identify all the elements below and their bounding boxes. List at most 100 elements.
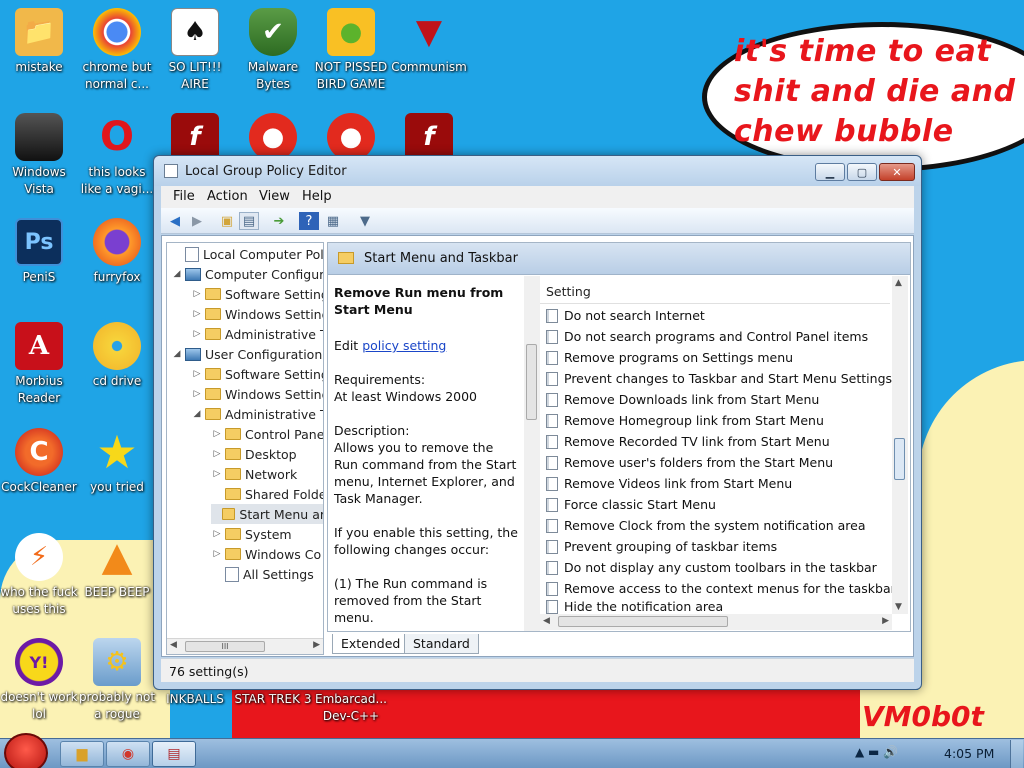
setting-row[interactable]: Remove Recorded TV link from Start Menu	[544, 431, 884, 452]
menu-view[interactable]: View	[259, 189, 290, 204]
forward-arrow-icon[interactable]: ▶	[187, 212, 207, 230]
tree-expander[interactable]: ▷	[191, 289, 203, 299]
tree-item[interactable]: ▷ Control Pane	[211, 424, 323, 444]
scroll-right-icon[interactable]: ▶	[882, 616, 889, 626]
desktop-icon-dev-cpp[interactable]: Embarcad... Dev-C++	[312, 688, 390, 725]
setting-row[interactable]: Hide the notification area	[544, 599, 884, 614]
tree-item[interactable]: ▷ Software Setting	[191, 364, 323, 384]
desktop-icon-pdf-reader[interactable]: A Morbius Reader	[0, 322, 78, 407]
tree-item[interactable]: Shared Folde	[211, 484, 323, 504]
tree-expander[interactable]: ▷	[211, 469, 223, 479]
desktop-icon-flash[interactable]: f	[156, 113, 234, 161]
menu-action[interactable]: Action	[207, 189, 248, 204]
description-scrollbar[interactable]	[524, 276, 540, 631]
desktop-icon-opera[interactable]: O this looks like a vagi...	[78, 113, 156, 198]
back-arrow-icon[interactable]: ◀	[165, 212, 185, 230]
menu-file[interactable]: File	[173, 189, 195, 204]
desktop-icon-inkballs[interactable]: INKBALLS	[156, 688, 234, 708]
setting-row[interactable]: Remove access to the context menus for t…	[544, 578, 896, 599]
setting-row[interactable]: Prevent grouping of taskbar items	[544, 536, 884, 557]
scroll-up-icon[interactable]: ▲	[895, 278, 902, 288]
tree-item[interactable]: Local Computer Policy	[171, 244, 323, 264]
desktop-icon-bird-game[interactable]: ● NOT PISSED BIRD GAME	[312, 8, 390, 93]
clock[interactable]: 4:05 PM	[944, 746, 994, 761]
scrollbar-thumb[interactable]	[526, 344, 537, 420]
scrollbar-thumb[interactable]	[558, 616, 728, 627]
tree-item[interactable]: ▷ System	[211, 524, 292, 544]
desktop-icon-firefox[interactable]: ◍ furryfox	[78, 218, 156, 286]
desktop-icon-yahoo[interactable]: Y! doesn't work lol	[0, 638, 78, 723]
desktop-icon-angry-bird-2[interactable]: ●	[312, 113, 390, 161]
edit-policy-setting-link[interactable]: policy setting	[362, 338, 446, 353]
title-bar[interactable]: Local Group Policy Editor ▁ ▢ ✕	[154, 156, 921, 186]
tree-expander[interactable]: ▷	[211, 549, 223, 559]
show-desktop-button[interactable]	[1010, 740, 1023, 768]
scrollbar-thumb[interactable]: III	[185, 641, 265, 652]
desktop-icon-windows-vista[interactable]: Windows Vista	[0, 113, 78, 198]
desktop-icon-photoshop[interactable]: Ps PeniS	[0, 218, 78, 286]
desktop-icon-winamp[interactable]: ⚡ who the fuck uses this	[0, 533, 78, 618]
settings-horizontal-scrollbar[interactable]: ◀ ▶	[540, 614, 892, 630]
setting-row[interactable]: Remove Videos link from Start Menu	[544, 473, 884, 494]
desktop-icon-malwarebytes[interactable]: ✔ Malware Bytes	[234, 8, 312, 93]
tree-item[interactable]: All Settings	[211, 564, 314, 584]
setting-row[interactable]: Remove Homegroup link from Start Menu	[544, 410, 884, 431]
tree-item[interactable]: ▷ Network	[211, 464, 298, 484]
tree-item[interactable]: ◢ Administrative Te	[191, 404, 323, 424]
tree-expander[interactable]: ▷	[211, 429, 223, 439]
tree-expander[interactable]: ▷	[211, 449, 223, 459]
taskbar-chrome-button[interactable]: ◉	[106, 741, 150, 767]
desktop-icon-angry-bird[interactable]: ●	[234, 113, 312, 161]
tab-standard[interactable]: Standard	[404, 634, 479, 654]
setting-row[interactable]: Prevent changes to Taskbar and Start Men…	[544, 368, 892, 389]
scroll-left-icon[interactable]: ◀	[170, 640, 177, 650]
tree-expander[interactable]: ◢	[191, 409, 203, 419]
tree-expander[interactable]: ▷	[191, 389, 203, 399]
desktop-icon-cd-drive[interactable]: ◎ cd drive	[78, 322, 156, 390]
settings-vertical-scrollbar[interactable]: ▲ ▼	[892, 276, 908, 614]
properties-icon[interactable]: ▦	[323, 212, 343, 230]
tab-extended[interactable]: Extended	[332, 634, 410, 654]
tree-expander[interactable]: ▷	[191, 329, 203, 339]
tree-item[interactable]: ▷ Software Setting	[191, 284, 323, 304]
filter-icon[interactable]: ▼	[355, 212, 375, 230]
desktop-icon-you-tried[interactable]: ★ you tried	[78, 425, 156, 496]
desktop-icon-chrome[interactable]: chrome but normal c...	[78, 8, 156, 93]
export-list-icon[interactable]: ➔	[269, 212, 289, 230]
column-header-setting[interactable]: Setting	[540, 276, 890, 304]
setting-row[interactable]: Force classic Start Menu	[544, 494, 884, 515]
help-icon[interactable]: ?	[299, 212, 319, 230]
setting-row[interactable]: Do not search Internet	[544, 305, 884, 326]
tree-expander[interactable]: ▷	[211, 529, 223, 539]
scroll-left-icon[interactable]: ◀	[543, 616, 550, 626]
tree-item[interactable]: ▷ Windows Setting	[191, 384, 323, 404]
desktop-icon-ccleaner[interactable]: C CockCleaner	[0, 428, 78, 496]
tree-expander[interactable]: ▷	[191, 309, 203, 319]
maximize-button[interactable]: ▢	[847, 163, 877, 181]
tree-item[interactable]: ▷ Windows Co	[211, 544, 322, 564]
tree-item[interactable]: ▷ Desktop	[211, 444, 297, 464]
menu-help[interactable]: Help	[302, 189, 332, 204]
tree-horizontal-scrollbar[interactable]: ◀ III ▶	[167, 638, 323, 654]
desktop-icon-mistake[interactable]: 📁 mistake	[0, 8, 78, 76]
scroll-down-icon[interactable]: ▼	[895, 602, 902, 612]
tree-expander[interactable]: ◢	[171, 269, 183, 279]
notification-tray[interactable]: ▲ ▬ 🔊	[855, 745, 898, 759]
minimize-button[interactable]: ▁	[815, 163, 845, 181]
desktop-icon-star-trek[interactable]: STAR TREK 3	[234, 688, 312, 708]
setting-row[interactable]: Do not search programs and Control Panel…	[544, 326, 884, 347]
tree-item[interactable]: ◢ Computer Configura	[171, 264, 323, 284]
scrollbar-thumb[interactable]	[894, 438, 905, 480]
desktop-icon-solitaire[interactable]: ♠ SO LIT!!! AIRE	[156, 8, 234, 93]
desktop-icon-vlc[interactable]: ▲ BEEP BEEP	[78, 533, 156, 601]
desktop-icon-communism[interactable]: ▼ Communism	[390, 8, 468, 76]
setting-row[interactable]: Remove user's folders from the Start Men…	[544, 452, 884, 473]
tree-item[interactable]: ▷ Administrative Te	[191, 324, 323, 344]
start-button[interactable]	[4, 733, 48, 768]
close-button[interactable]: ✕	[879, 163, 915, 181]
setting-row[interactable]: Remove Clock from the system notificatio…	[544, 515, 884, 536]
desktop-icon-flash-2[interactable]: f	[390, 113, 468, 161]
taskbar-explorer-button[interactable]: ▆	[60, 741, 104, 767]
scroll-right-icon[interactable]: ▶	[313, 640, 320, 650]
tree-expander[interactable]: ◢	[171, 349, 183, 359]
